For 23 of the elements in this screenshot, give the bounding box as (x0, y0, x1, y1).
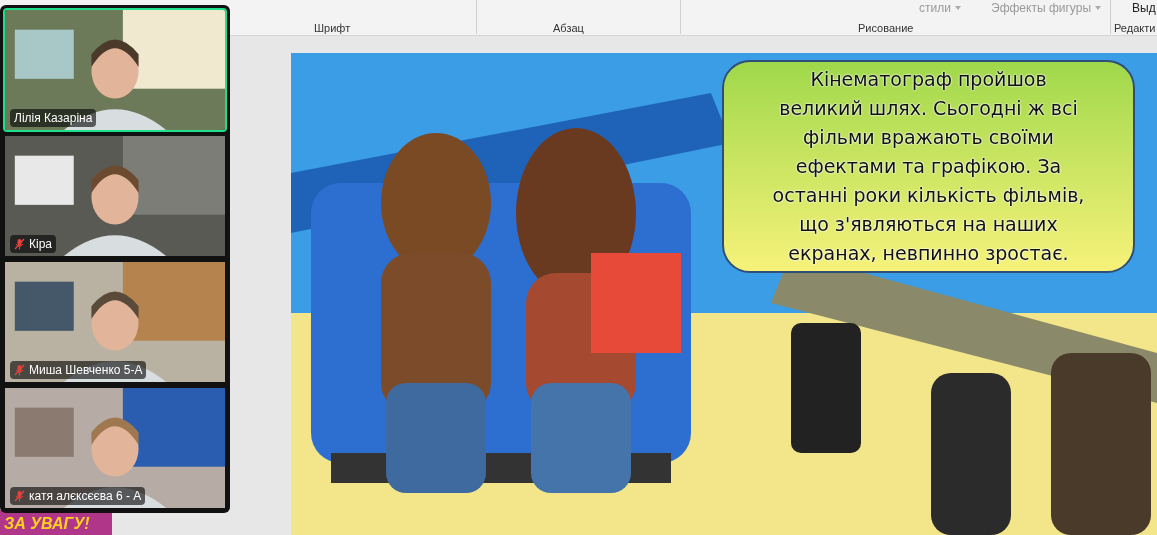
participant-name: Миша Шевченко 5-А (29, 362, 143, 379)
slide-text-line: Кінематограф пройшов (810, 67, 1047, 92)
ribbon-group-label: Абзац (553, 21, 584, 36)
video-tile[interactable]: катя алєксєєва 6 - А (3, 386, 227, 510)
ribbon-group-label: Шрифт (314, 21, 351, 36)
slide-text-line: великий шлях. Сьогодні ж всі (779, 96, 1078, 121)
slide-thumbnail-text: ЗА УВАГУ! (4, 514, 90, 534)
slide-text-line: ефектами та графікою. За (795, 154, 1062, 179)
ribbon-group-label: Рисование (858, 21, 914, 36)
slide-text-line: фільми вражають своїми (803, 125, 1054, 150)
participant-name: Кіра (29, 236, 52, 253)
slide-text-line: екранах, невпинно зростає. (788, 241, 1069, 266)
ribbon-group-label: Редакти (1114, 21, 1156, 36)
caret-icon (954, 5, 961, 10)
caret-icon (1095, 5, 1101, 10)
participant-name: Лілія Казаріна (14, 110, 93, 127)
slide-text-line: останні роки кількість фільмів, (772, 183, 1085, 208)
video-tile[interactable]: Миша Шевченко 5-А (3, 260, 227, 384)
select-button[interactable]: Выд (1132, 0, 1156, 15)
slide-text-line: що з'являються на наших (799, 212, 1058, 237)
video-tile[interactable]: Лілія Казаріна (3, 8, 227, 132)
participant-name: катя алєксєєва 6 - А (29, 488, 142, 505)
video-tile[interactable]: Кіра (3, 134, 227, 258)
